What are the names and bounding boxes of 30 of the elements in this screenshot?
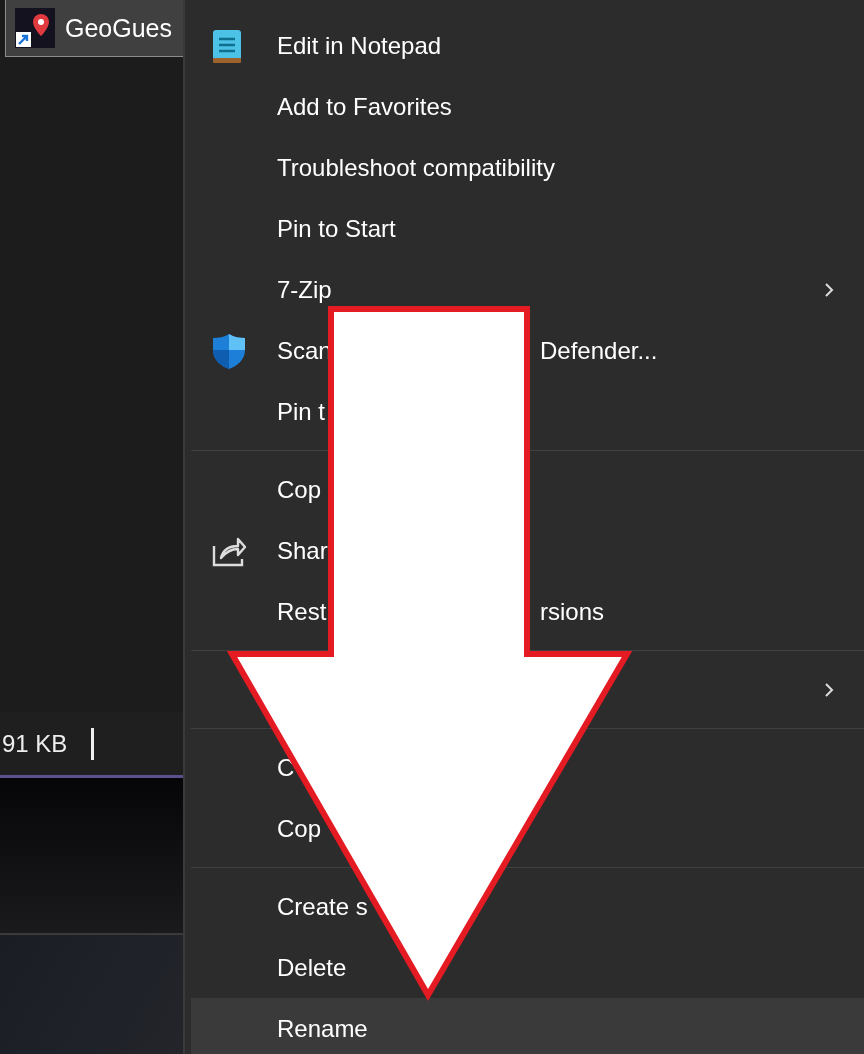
shield-icon [211,331,247,370]
menu-item[interactable]: Add to Favorites [191,76,864,137]
menu-label: Defender... [540,336,658,365]
menu-label: Rename [277,1014,368,1043]
menu-label: Troubleshoot compatibility [277,153,555,182]
menu-label: 7-Zip [277,275,332,304]
menu-label: Shar [277,536,328,565]
menu-item[interactable]: Troubleshoot compatibility [191,137,864,198]
notepad-icon [211,27,243,64]
menu-label: Create s [277,892,368,921]
menu-item[interactable]: Edit in Notepad [191,15,864,76]
menu-label: Cop [277,475,322,504]
menu-item[interactable]: Pin to Start [191,198,864,259]
menu-label: Edit in Notepad [277,31,442,60]
menu-label: Rest [277,597,327,626]
menu-label: Pin to Start [277,214,396,243]
chevron-right-icon [824,681,834,698]
menu-label: Delete [277,953,347,982]
status-divider [91,727,95,760]
menu-label: rsions [540,597,605,626]
file-size: 91 KB [1,729,68,758]
menu-label: Add to Favorites [277,92,452,121]
file-name: GeoGues [65,13,172,43]
map-pin-icon [15,8,55,48]
file-tile[interactable]: GeoGues [5,0,183,57]
menu-label: Pin t [277,397,326,426]
menu-label: C [277,753,295,782]
menu-item[interactable]: Rename [191,998,864,1054]
menu-label: Cop [277,814,322,843]
chevron-right-icon [824,281,834,298]
